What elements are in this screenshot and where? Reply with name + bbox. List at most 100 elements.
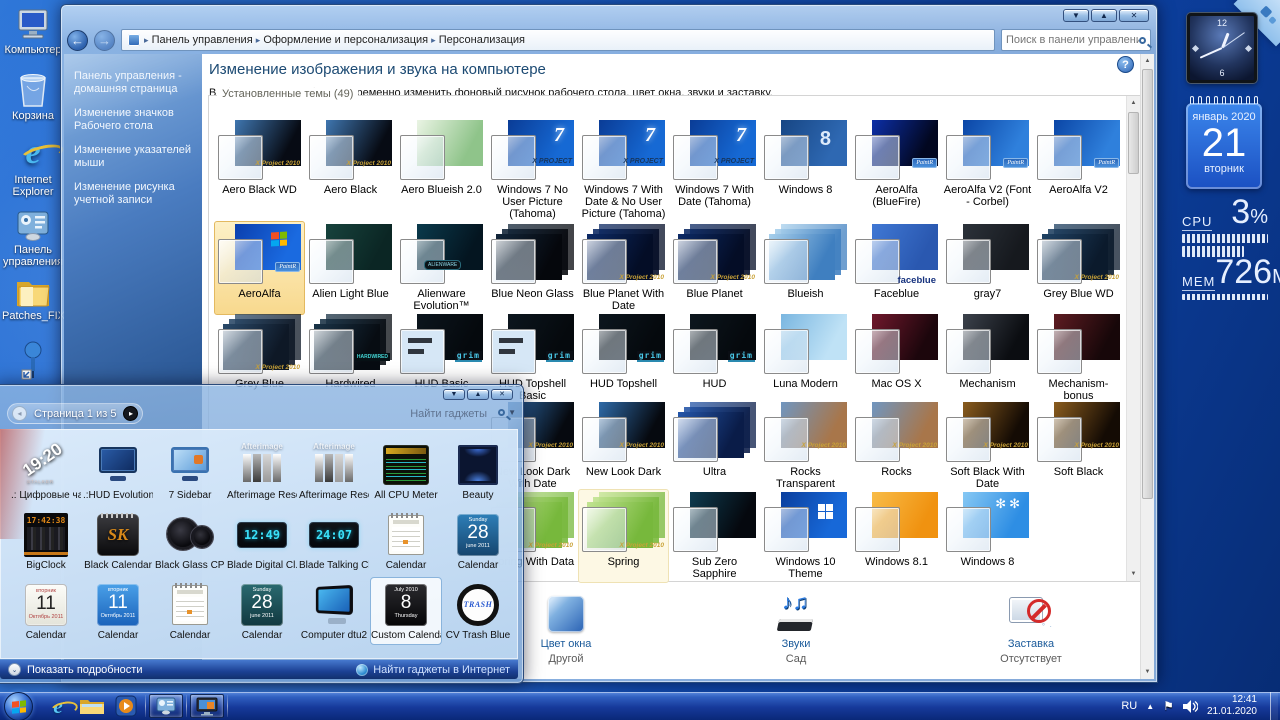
theme-item[interactable]: 7X PROJECTWindows 7 With Date & No User … — [578, 117, 669, 223]
taskbar-ie-button[interactable]: e — [41, 693, 75, 719]
theme-item[interactable]: Blueish — [760, 221, 851, 315]
theme-item[interactable]: X Project 2010Grey Blue WD — [1033, 221, 1124, 315]
gadget-item[interactable]: .:HUD Evolution ... — [82, 437, 154, 505]
sidebar-nav-link[interactable]: Изменение рисунка учетной записи — [74, 181, 194, 207]
sidebar-nav-link[interactable]: Изменение указателей мыши — [74, 144, 194, 170]
theme-item[interactable]: Aero Blueish 2.0 — [396, 117, 487, 223]
scroll-thumb[interactable] — [1128, 112, 1139, 174]
maximize-button[interactable]: ▲ — [467, 389, 489, 400]
gadget-search-input[interactable]: Найти гаджеты — [410, 408, 487, 420]
desktop-icon-recycle[interactable]: Корзина — [2, 72, 64, 122]
minimize-button[interactable]: ▼ — [1063, 9, 1089, 22]
theme-item[interactable]: X Project 2010Aero Black — [305, 117, 396, 223]
gadget-item[interactable]: AfterimageAfterimage Reso... — [298, 437, 370, 505]
search-caret-icon[interactable]: ▼ — [508, 408, 516, 417]
gadget-item[interactable]: All CPU Meter — [370, 437, 442, 505]
theme-item[interactable]: PaintRAeroAlfa V2 (Font - Corbel) — [942, 117, 1033, 223]
language-indicator[interactable]: RU — [1121, 700, 1137, 712]
gadget-item[interactable]: 12:49Blade Digital Cl... — [226, 507, 298, 575]
mem-meter-gadget[interactable]: MEM 726MB — [1182, 258, 1268, 300]
theme-item[interactable]: faceblueFaceblue — [851, 221, 942, 315]
theme-item[interactable]: Mechanism-bonus — [1033, 311, 1124, 405]
gadget-item[interactable]: Calendar — [370, 507, 442, 575]
taskbar-clock[interactable]: 12:41 21.01.2020 — [1207, 694, 1261, 718]
theme-item[interactable]: gray7 — [942, 221, 1033, 315]
gadget-item[interactable]: 24:07Blade Talking Cl... — [298, 507, 370, 575]
theme-item[interactable]: PaintRAeroAlfa V2 — [1033, 117, 1124, 223]
desktop-icon-cpl[interactable]: Панель управления — [2, 206, 64, 268]
theme-item[interactable]: Mechanism — [942, 311, 1033, 405]
cpu-meter-gadget[interactable]: CPU 3% — [1182, 198, 1268, 257]
search-box[interactable] — [1001, 29, 1151, 51]
hidden-icons-arrow[interactable]: ▲ — [1146, 702, 1154, 711]
theme-item[interactable]: Sub Zero Sapphire — [669, 489, 760, 583]
breadcrumb-item[interactable]: Персонализация — [439, 34, 525, 46]
theme-item[interactable]: 7X PROJECTWindows 7 With Date (Tahoma) — [669, 117, 760, 223]
action-center-flag-icon[interactable]: ⚑ — [1163, 699, 1174, 713]
theme-item[interactable]: PaintRAeroAlfa (BlueFire) — [851, 117, 942, 223]
gadget-item[interactable]: SKBlack Calendar — [82, 507, 154, 575]
scroll-down-arrow[interactable]: ▼ — [1127, 567, 1140, 581]
page-back-button[interactable]: ◂ — [12, 406, 27, 421]
taskbar-personalization-window[interactable] — [190, 694, 224, 718]
sidebar-nav-link[interactable]: Панель управления - домашняя страница — [74, 70, 194, 96]
theme-item[interactable]: Windows 8.1 — [851, 489, 942, 583]
gadget-item[interactable]: Calendar — [154, 577, 226, 645]
close-button[interactable]: ✕ — [1119, 9, 1149, 22]
gadget-item[interactable]: July 20108ThursdayCustom Calendar — [370, 577, 442, 645]
theme-item[interactable]: X Project 2010Rocks — [851, 399, 942, 493]
gadget-item[interactable]: 19:20STALKER.: Цифровые ча... — [10, 437, 82, 505]
desktop-icon-computer[interactable]: Компьютер — [2, 6, 64, 56]
theme-item[interactable]: 8Windows 8 — [760, 117, 851, 223]
theme-item[interactable]: Alien Light Blue — [305, 221, 396, 315]
scroll-down-arrow[interactable]: ▼ — [1141, 665, 1154, 679]
calendar-gadget[interactable]: январь 2020 21 вторник — [1186, 103, 1262, 189]
theme-item[interactable]: grimHUD Topshell — [578, 311, 669, 405]
desktop-icon-pin[interactable] — [2, 344, 64, 382]
show-details-toggle[interactable]: Показать подробности — [27, 664, 142, 676]
volume-icon[interactable] — [1183, 700, 1198, 713]
theme-item[interactable]: X Project 2010Spring — [578, 489, 669, 583]
sidebar-nav-link[interactable]: Изменение значков Рабочего стола — [74, 107, 194, 133]
page-forward-button[interactable]: ▸ — [123, 406, 138, 421]
desktop-icon-ie[interactable]: eInternet Explorer — [2, 136, 64, 198]
find-gadgets-online-link[interactable]: Найти гаджеты в Интернет — [356, 664, 510, 676]
theme-item[interactable]: X Project 2010Aero Black WD — [214, 117, 305, 223]
scroll-up-arrow[interactable]: ▲ — [1141, 54, 1154, 68]
desktop-icon-folder[interactable]: Patches_FIX — [2, 272, 64, 322]
back-button[interactable]: ← — [67, 30, 88, 51]
themes-scrollbar[interactable]: ▲ ▼ — [1126, 96, 1140, 581]
gadget-item[interactable]: Sunday28june 2011Calendar — [226, 577, 298, 645]
show-desktop-button[interactable] — [1270, 692, 1278, 720]
help-button[interactable]: ? — [1117, 56, 1134, 73]
theme-item[interactable]: Mac OS X — [851, 311, 942, 405]
close-button[interactable]: ✕ — [491, 389, 513, 400]
breadcrumb-item[interactable]: Оформление и персонализация — [263, 34, 428, 46]
theme-item[interactable]: X Project 2010Rocks Transparent — [760, 399, 851, 493]
taskbar-control-panel-window[interactable] — [149, 694, 183, 718]
scroll-thumb[interactable] — [1142, 69, 1153, 499]
gadget-item[interactable]: 17:42:38BigClock — [10, 507, 82, 575]
breadcrumb-item[interactable]: Панель управления — [152, 34, 253, 46]
start-button[interactable] — [4, 692, 33, 720]
gadget-item[interactable]: Black Glass CPU ... — [154, 507, 226, 575]
theme-item[interactable]: X Project 2010Soft Black With Date — [942, 399, 1033, 493]
gadget-item[interactable]: 7 Sidebar — [154, 437, 226, 505]
theme-item[interactable]: grimHUD — [669, 311, 760, 405]
theme-item[interactable]: X Project 2010Blue Planet With Date — [578, 221, 669, 315]
clock-gadget[interactable]: 12 6 — [1187, 13, 1257, 83]
theme-item[interactable]: X Project 2010Soft Black — [1033, 399, 1124, 493]
gadget-item[interactable]: Computer dtu2 — [298, 577, 370, 645]
minimize-button[interactable]: ▼ — [443, 389, 465, 400]
forward-button[interactable]: → — [94, 30, 115, 51]
theme-item[interactable]: Blue Neon Glass — [487, 221, 578, 315]
maximize-button[interactable]: ▲ — [1091, 9, 1117, 22]
theme-item[interactable]: ✻✻Windows 8 — [942, 489, 1033, 583]
footer-setting-sounds[interactable]: ♪♫ЗвукиСад — [726, 593, 866, 665]
window-scrollbar[interactable]: ▲ ▼ — [1140, 54, 1154, 679]
gadget-item[interactable]: TRASHCV Trash Blue — [442, 577, 514, 645]
theme-item[interactable]: ALIENWAREAlienware Evolution™ — [396, 221, 487, 315]
theme-item[interactable]: Windows 10 Theme — [760, 489, 851, 583]
scroll-up-arrow[interactable]: ▲ — [1127, 96, 1140, 110]
taskbar-media-player-button[interactable] — [109, 693, 143, 719]
